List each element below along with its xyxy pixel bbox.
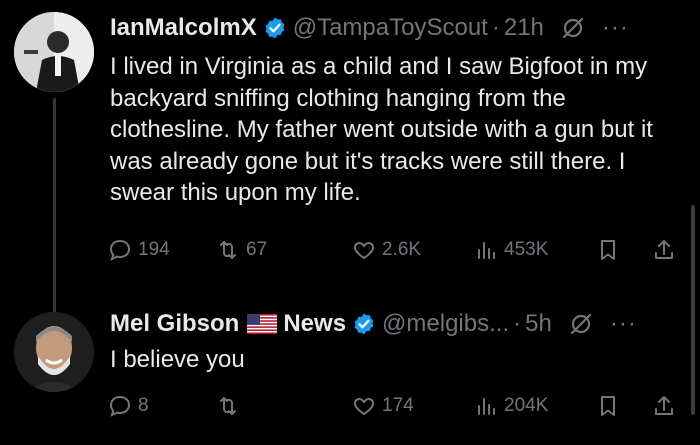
grok-icon[interactable]	[568, 311, 594, 337]
bookmark-button[interactable]	[596, 238, 620, 262]
grok-icon[interactable]	[560, 15, 586, 41]
reply-button[interactable]: 194	[108, 238, 170, 262]
display-name[interactable]: Mel Gibson	[110, 310, 239, 338]
views-icon	[478, 242, 495, 259]
like-count: 174	[382, 395, 414, 416]
reply-icon	[109, 239, 131, 261]
tweet-actions: 194 67 2.6K 453K	[108, 238, 688, 266]
handle[interactable]: @TampaToyScout	[293, 14, 488, 42]
share-icon	[655, 240, 673, 259]
share-button[interactable]	[652, 238, 676, 262]
tweet-header: IanMalcolmX @TampaToyScout · 21h ···	[110, 14, 629, 42]
retweet-icon	[220, 397, 236, 415]
bookmark-icon	[601, 240, 615, 260]
like-button[interactable]: 2.6K	[352, 238, 421, 262]
tweet-text: I believe you	[110, 346, 245, 373]
scrollbar[interactable]	[691, 205, 695, 415]
views-button[interactable]: 204K	[474, 394, 548, 418]
verified-badge-icon	[265, 17, 285, 39]
more-options-button[interactable]: ···	[602, 14, 629, 42]
reply-count: 194	[138, 239, 170, 260]
handle[interactable]: @melgibs...	[382, 310, 509, 338]
verified-badge-icon	[354, 313, 374, 335]
bookmark-icon	[601, 396, 615, 416]
tweet-actions: 8 174 204K	[108, 394, 688, 422]
timestamp[interactable]: 21h	[504, 14, 544, 42]
views-icon	[478, 398, 495, 415]
reply-icon	[109, 395, 131, 417]
avatar-ianmalcolmx[interactable]	[14, 12, 94, 92]
avatar-mel-gibson[interactable]	[14, 312, 94, 392]
views-count: 453K	[504, 239, 549, 260]
thread-connector-line	[53, 98, 56, 314]
separator-dot: ·	[513, 310, 522, 337]
share-button[interactable]	[652, 394, 676, 418]
tweet-header: Mel Gibson News @melgibs... · 5h ···	[110, 310, 637, 338]
us-flag-icon	[247, 314, 278, 334]
like-count: 2.6K	[382, 239, 422, 260]
retweet-icon	[220, 241, 236, 259]
display-name-suffix[interactable]: News	[283, 310, 346, 338]
reply-count: 8	[138, 395, 149, 416]
tweet-text: I lived in Virginia as a child and I saw…	[110, 53, 653, 206]
retweet-count: 67	[246, 239, 268, 260]
heart-icon	[353, 397, 375, 416]
views-button[interactable]: 453K	[474, 238, 548, 262]
reply-button[interactable]: 8	[108, 394, 149, 418]
display-name[interactable]: IanMalcolmX	[110, 14, 257, 42]
share-icon	[655, 396, 673, 415]
separator-dot: ·	[491, 14, 500, 41]
retweet-button[interactable]: 67	[216, 238, 267, 262]
timestamp[interactable]: 5h	[525, 310, 552, 338]
heart-icon	[353, 241, 375, 260]
bookmark-button[interactable]	[596, 394, 620, 418]
like-button[interactable]: 174	[352, 394, 414, 418]
retweet-button[interactable]	[216, 394, 246, 418]
views-count: 204K	[504, 395, 549, 416]
more-options-button[interactable]: ···	[610, 310, 637, 338]
